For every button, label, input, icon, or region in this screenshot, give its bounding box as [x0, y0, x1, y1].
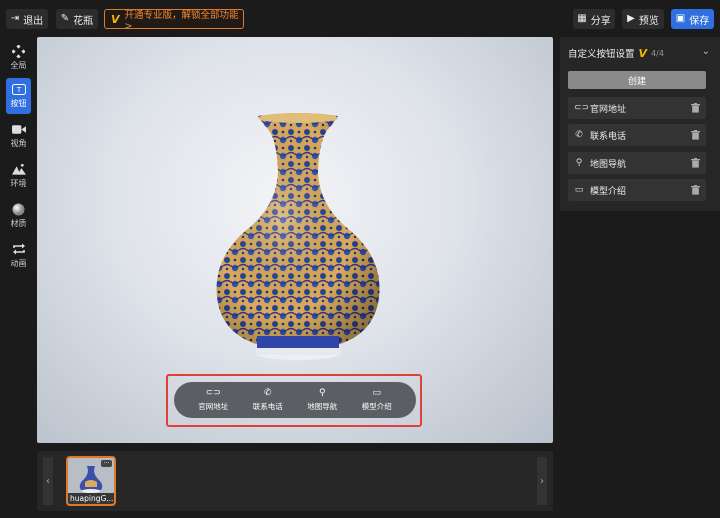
save-label: 保存: [689, 15, 710, 27]
camera-icon: [11, 123, 26, 135]
trash-icon[interactable]: [691, 103, 700, 113]
image-icon: ▭: [372, 387, 381, 398]
sidebar-item-label: 全局: [10, 61, 27, 70]
save-icon: ▣: [675, 13, 686, 24]
sidebar-item-global[interactable]: 全局: [6, 40, 31, 76]
upgrade-text: 开通专业版，解锁全部功能 >: [124, 9, 239, 32]
share-label: 分享: [590, 15, 611, 27]
global-icon: [12, 44, 26, 58]
sidebar-item-buttons[interactable]: T 按钮: [6, 78, 31, 114]
custom-button-settings-panel: 自定义按钮设置 V 4/4 ⌄ 创建 ⊂⊃ 官网地址 ✆ 联系电话 ⚲ 地图导航…: [560, 37, 720, 211]
button-row-intro[interactable]: ▭ 模型介绍: [568, 179, 706, 201]
custom-button-bar: ⊂⊃ 官网地址 ✆ 联系电话 ⚲ 地图导航 ▭ 模型介绍: [174, 382, 416, 418]
panel-header: 自定义按钮设置 V 4/4: [568, 46, 664, 61]
vase-model[interactable]: [207, 112, 389, 367]
sidebar-item-label: 按钮: [10, 99, 27, 108]
button-count: 4/4: [651, 48, 664, 58]
vip-icon: V: [638, 46, 648, 60]
3d-viewport[interactable]: ⊂⊃ 官网地址 ✆ 联系电话 ⚲ 地图导航 ▭ 模型介绍: [37, 37, 553, 443]
bar-button-website[interactable]: ⊂⊃ 官网地址: [198, 387, 229, 412]
trash-icon[interactable]: [691, 130, 700, 140]
bar-button-label: 官网地址: [198, 401, 229, 411]
preview-label: 预览: [638, 15, 659, 27]
preview-button[interactable]: ▶ 预览: [622, 9, 664, 29]
play-icon: ▶: [627, 13, 635, 24]
top-toolbar: ⇥ 退出 ✎ 花瓶 V 开通专业版，解锁全部功能 > ▦ 分享 ▶ 预览 ▣ 保…: [0, 0, 720, 36]
share-button[interactable]: ▦ 分享: [573, 9, 615, 29]
chevron-down-icon[interactable]: ⌄: [702, 46, 710, 57]
button-row-map[interactable]: ⚲ 地图导航: [568, 152, 706, 174]
bar-button-label: 联系电话: [252, 401, 283, 411]
button-row-phone[interactable]: ✆ 联系电话: [568, 124, 706, 146]
sidebar-item-camera[interactable]: 视角: [6, 118, 31, 154]
create-button[interactable]: 创建: [568, 71, 706, 89]
sidebar-item-material[interactable]: 材质: [6, 198, 31, 234]
model-name: 花瓶: [73, 15, 94, 27]
model-thumbnail[interactable]: ··· huapingG...: [66, 456, 116, 506]
mountain-icon: [11, 163, 26, 175]
link-icon: ⊂⊃: [205, 387, 221, 398]
location-icon: ⚲: [318, 387, 326, 398]
pencil-icon: ✎: [60, 13, 70, 24]
button-row-label: 模型介绍: [590, 186, 627, 197]
sidebar-item-environment[interactable]: 环境: [6, 158, 31, 194]
image-icon: ▭: [574, 185, 584, 195]
location-icon: ⚲: [575, 158, 583, 168]
bar-button-label: 模型介绍: [361, 401, 392, 411]
save-button[interactable]: ▣ 保存: [671, 9, 714, 29]
trash-icon[interactable]: [691, 185, 700, 195]
button-row-label: 官网地址: [590, 104, 627, 115]
sidebar-item-label: 视角: [10, 139, 27, 148]
bar-button-phone[interactable]: ✆ 联系电话: [252, 387, 283, 412]
sidebar-item-animation[interactable]: 动画: [6, 238, 31, 274]
bar-button-map[interactable]: ⚲ 地图导航: [307, 387, 338, 412]
exit-button[interactable]: ⇥ 退出: [6, 9, 48, 29]
prev-arrow[interactable]: ‹: [43, 457, 53, 505]
bar-button-intro[interactable]: ▭ 模型介绍: [361, 387, 392, 412]
svg-text:T: T: [15, 86, 21, 94]
button-icon: T: [11, 83, 26, 95]
loop-icon: [12, 243, 26, 255]
sidebar-item-label: 材质: [10, 219, 27, 228]
sidebar-item-label: 环境: [10, 179, 27, 188]
chevron-right-icon: ›: [540, 475, 544, 487]
link-icon: ⊂⊃: [574, 103, 590, 113]
bar-button-label: 地图导航: [307, 401, 338, 411]
phone-icon: ✆: [263, 387, 272, 398]
exit-icon: ⇥: [10, 13, 20, 24]
vip-icon: V: [111, 12, 120, 26]
share-icon: ▦: [577, 13, 587, 24]
sidebar-item-label: 动画: [10, 259, 27, 268]
phone-icon: ✆: [575, 130, 583, 140]
model-strip: ‹ ··· huapingG... ›: [37, 451, 553, 511]
left-sidebar: 全局 T 按钮 视角 环境 材质 动画: [0, 36, 36, 518]
upgrade-banner[interactable]: V 开通专业版，解锁全部功能 >: [104, 9, 244, 32]
button-row-website[interactable]: ⊂⊃ 官网地址: [568, 97, 706, 119]
sphere-icon: [12, 203, 26, 215]
trash-icon[interactable]: [691, 158, 700, 168]
panel-title: 自定义按钮设置: [568, 49, 635, 60]
thumbnail-more-button[interactable]: ···: [101, 460, 112, 467]
button-row-label: 地图导航: [590, 159, 627, 170]
thumbnail-name: huapingG...: [68, 493, 114, 504]
exit-label: 退出: [23, 15, 44, 27]
next-arrow[interactable]: ›: [537, 457, 547, 505]
button-row-label: 联系电话: [590, 131, 627, 142]
chevron-left-icon: ‹: [46, 475, 50, 487]
rename-button[interactable]: ✎ 花瓶: [56, 9, 98, 29]
